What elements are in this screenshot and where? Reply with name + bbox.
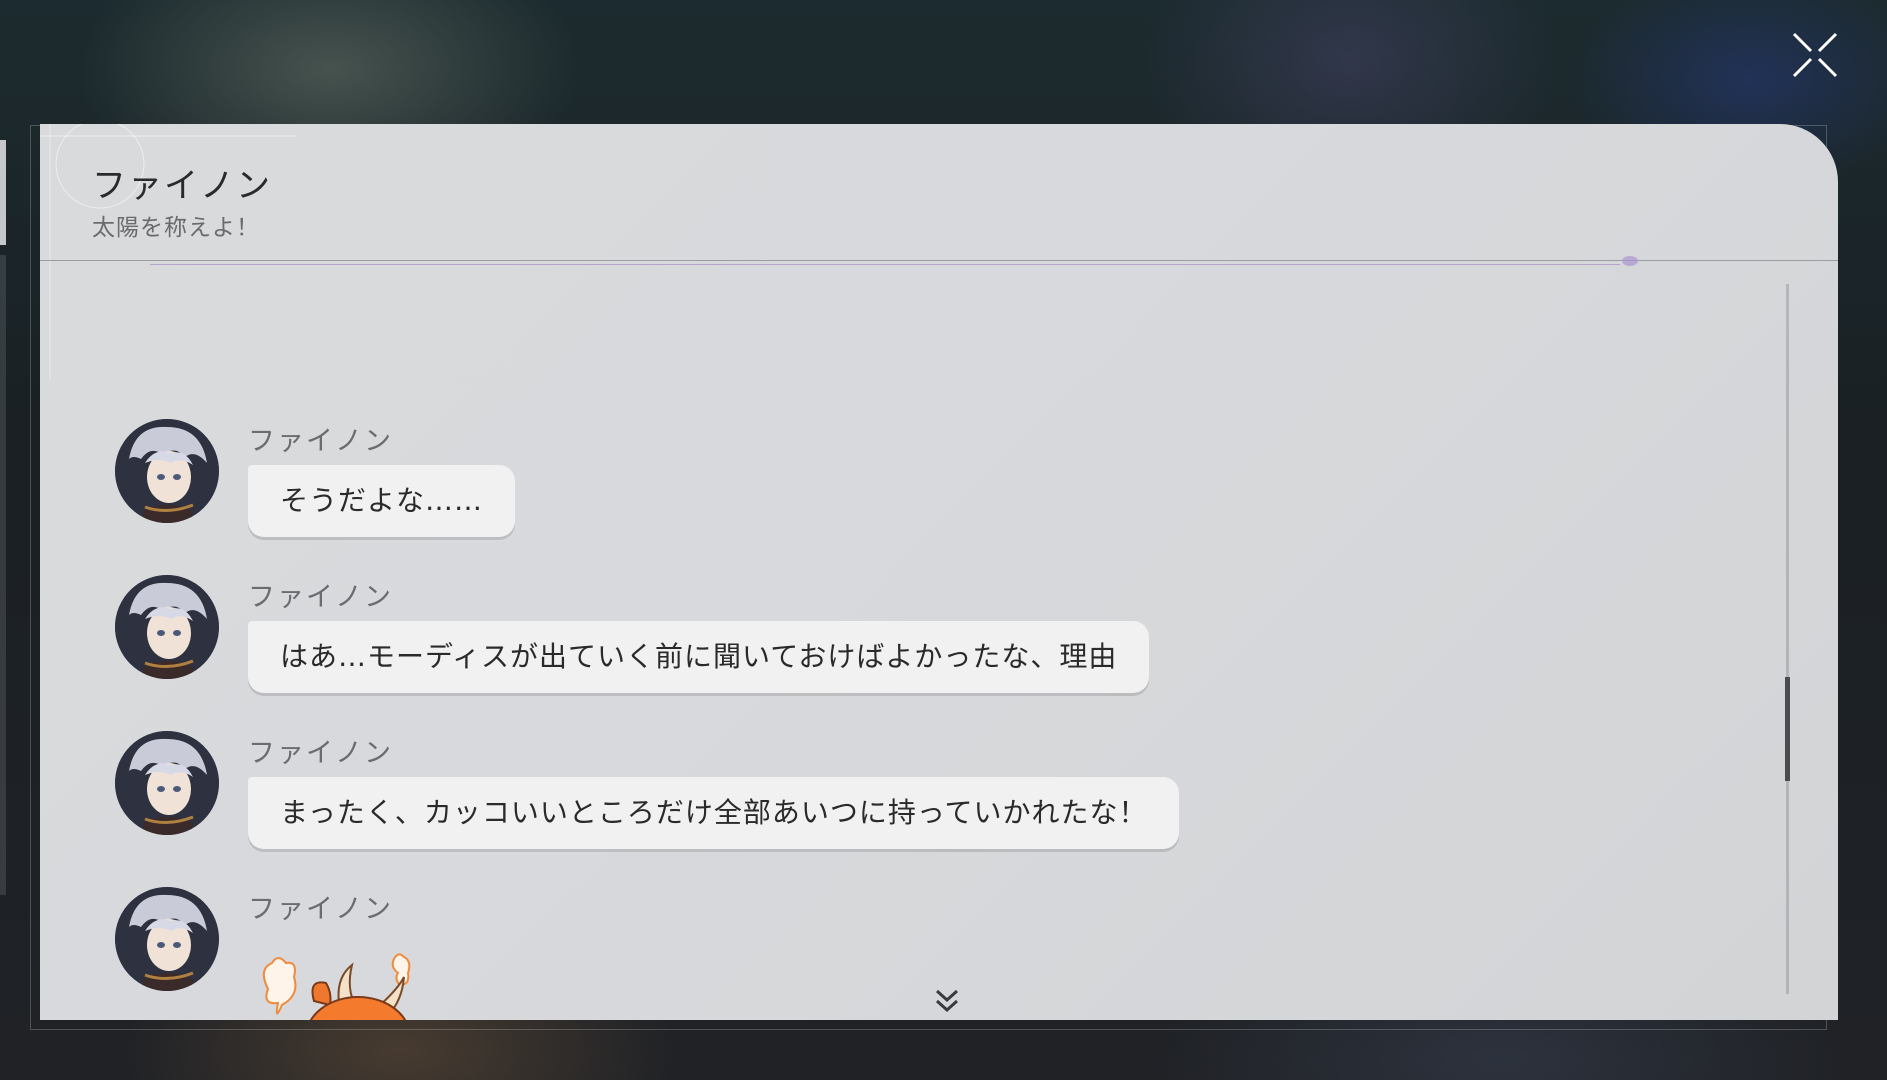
character-portrait-icon — [115, 887, 219, 991]
message-bubble[interactable]: そうだよな…… — [248, 465, 516, 537]
orange-dragon-creature-sticker-icon — [262, 953, 411, 1020]
close-button[interactable] — [1790, 30, 1840, 80]
character-portrait-icon — [115, 419, 219, 523]
scrollbar-track[interactable] — [1786, 284, 1789, 994]
close-x-icon — [1792, 32, 1838, 78]
chat-subtitle: 太陽を称えよ！ — [92, 215, 260, 241]
sender-name: ファイノン — [248, 582, 393, 613]
avatar[interactable] — [115, 731, 219, 835]
chat-title: ファイノン — [92, 166, 272, 206]
chat-header: ファイノン 太陽を称えよ！ — [40, 124, 1838, 266]
sticker-message[interactable] — [248, 949, 438, 1020]
side-edge-track — [0, 255, 6, 895]
scrollbar-thumb[interactable] — [1785, 677, 1790, 781]
message-bubble[interactable]: まったく、カッコいいところだけ全部あいつに持っていかれたな！ — [248, 777, 1180, 849]
double-chevron-down-icon — [935, 989, 959, 1013]
sender-name: ファイノン — [248, 894, 393, 925]
message-list[interactable]: ファイノン そうだよな…… ファイノン はあ…モーディスが出ていく前に聞いておけ… — [40, 261, 1780, 1020]
avatar[interactable] — [115, 419, 219, 523]
sender-name: ファイノン — [248, 426, 393, 457]
sender-name: ファイノン — [248, 738, 393, 769]
chat-panel: ファイノン 太陽を称えよ！ ファイノン そうだよな…… ファイノン はあ…モーデ… — [40, 124, 1838, 1020]
avatar[interactable] — [115, 887, 219, 991]
character-portrait-icon — [115, 575, 219, 679]
side-edge-tab — [0, 140, 6, 245]
character-portrait-icon — [115, 731, 219, 835]
message-bubble[interactable]: はあ…モーディスが出ていく前に聞いておけばよかったな、理由 — [248, 621, 1150, 693]
scroll-down-button[interactable] — [932, 986, 962, 1016]
avatar[interactable] — [115, 575, 219, 679]
